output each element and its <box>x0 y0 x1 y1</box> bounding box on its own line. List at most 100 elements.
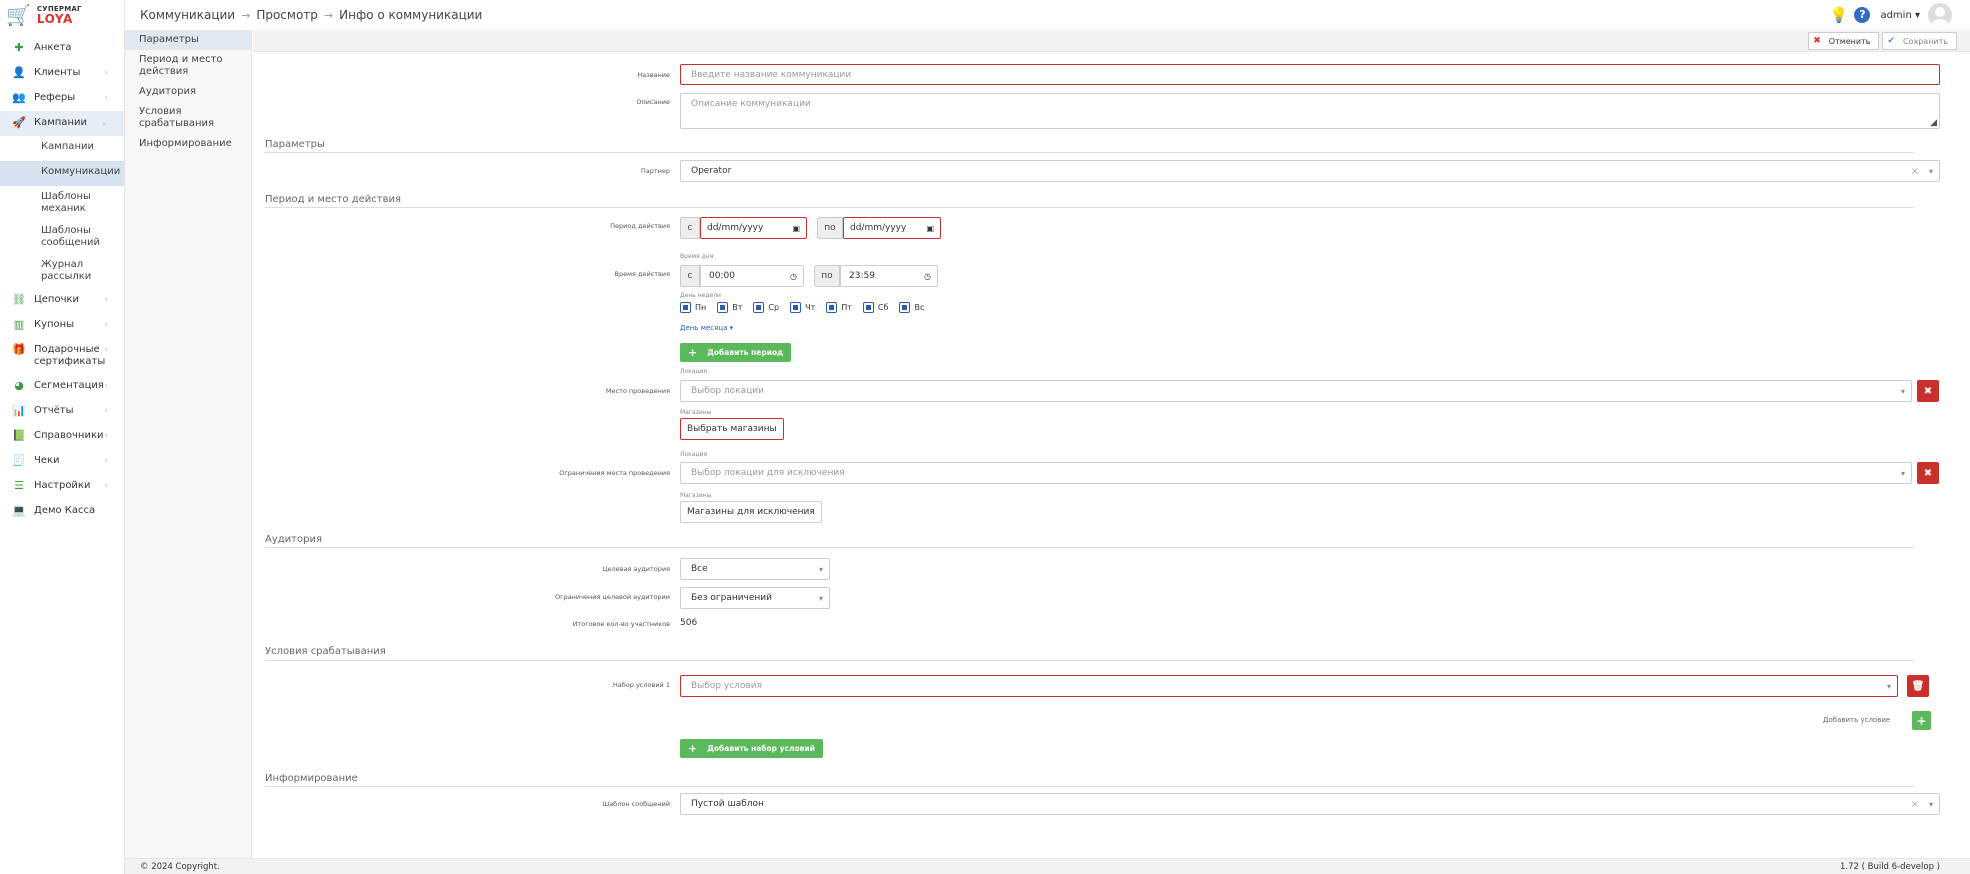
chevron-down-icon: ▾ <box>818 593 823 603</box>
logo[interactable]: 🛒 СУПЕРМАГ LOYA <box>0 0 124 30</box>
delete-condition-set-button[interactable]: 🗑 <box>1907 675 1929 697</box>
section-nav: Параметры Период и место действия Аудито… <box>125 30 252 858</box>
add-period-button[interactable]: + Добавить период <box>680 343 792 362</box>
exclude-shops-button[interactable]: Магазины для исключения <box>680 501 822 523</box>
sidebar-item-demo-cash[interactable]: 💻 Демо Касса <box>0 499 124 524</box>
sidebar-item-coupons[interactable]: ▥ Купоны › <box>0 313 124 338</box>
chain-icon: ⛓ <box>12 293 26 306</box>
sidebar-item-settings[interactable]: ☰ Настройки › <box>0 474 124 499</box>
time-from-addon: с <box>680 265 700 287</box>
sidebar-item-receipts[interactable]: 🧾 Чеки › <box>0 449 124 474</box>
help-icon[interactable]: ? <box>1854 7 1871 23</box>
day-checkbox-thu[interactable]: Чт <box>790 302 815 313</box>
to-addon: по <box>817 217 843 239</box>
breadcrumb-communications[interactable]: Коммуникации <box>140 8 235 22</box>
user-icon: 👤 <box>12 66 26 79</box>
period-from-date[interactable]: dd/mm/yyyy ▣ <box>700 217 807 239</box>
topbar: Коммуникации → Просмотр → Инфо о коммуни… <box>125 0 1970 30</box>
total-participants-label: Итоговое кол-во участников <box>572 620 670 628</box>
sidebar-subitem-campaigns[interactable]: Кампании <box>0 136 124 161</box>
day-checkbox-fri[interactable]: Пт <box>826 302 852 313</box>
sidebar-item-segmentation[interactable]: ◕ Сегментация › <box>0 374 124 399</box>
section-nav-inform[interactable]: Информирование <box>125 134 251 154</box>
calendar-icon[interactable]: ▣ <box>792 224 800 233</box>
sidebar-item-references[interactable]: 📗 Справочники › <box>0 424 124 449</box>
location-select[interactable]: Выбор локации ▾ <box>680 380 1912 402</box>
clear-icon[interactable]: × <box>1911 166 1919 177</box>
target-audience-label: Целевая аудитория <box>602 565 670 573</box>
calendar-icon[interactable]: ▣ <box>926 224 934 233</box>
add-condition-label: Добавить условие <box>1823 716 1891 724</box>
sidebar-item-referers[interactable]: 👥 Реферы › <box>0 86 124 111</box>
section-nav-conditions[interactable]: Условия срабатывания <box>125 102 251 134</box>
sidebar-subitem-mailing-log[interactable]: Журнал рассылки <box>0 254 124 288</box>
chevron-right-icon: › <box>104 345 108 355</box>
plus-icon: ✚ <box>14 41 24 54</box>
shops-small-label: Магазины <box>680 409 712 416</box>
day-checkbox-wed[interactable]: Ср <box>753 302 779 313</box>
chevron-down-icon: ▾ <box>1928 799 1933 809</box>
section-divider <box>265 660 1914 661</box>
section-title-conditions: Условия срабатывания <box>265 646 386 657</box>
section-title-inform: Информирование <box>265 773 358 784</box>
remove-exclude-location-button[interactable]: ✖ <box>1917 462 1939 484</box>
section-nav-params[interactable]: Параметры <box>125 30 251 50</box>
sidebar-item-reports[interactable]: 📊 Отчёты › <box>0 399 124 424</box>
save-button[interactable]: ✔ Сохранить <box>1882 32 1957 50</box>
month-day-link[interactable]: День месяца ▾ <box>680 324 733 332</box>
add-condition-button[interactable]: + <box>1912 711 1931 730</box>
add-condition-set-button[interactable]: + Добавить набор условий <box>680 739 823 758</box>
day-checkbox-mon[interactable]: Пн <box>680 302 706 313</box>
total-participants-value: 506 <box>680 618 698 628</box>
section-nav-audience[interactable]: Аудитория <box>125 82 251 102</box>
section-title-audience: Аудитория <box>265 534 322 545</box>
day-checkbox-sat[interactable]: Сб <box>862 302 888 313</box>
sidebar-item-anketa[interactable]: ✚ Анкета <box>0 36 124 61</box>
sidebar-item-chains[interactable]: ⛓ Цепочки › <box>0 288 124 313</box>
time-from-input[interactable]: 00:00 ◷ <box>700 265 804 287</box>
clock-icon[interactable]: ◷ <box>790 272 797 281</box>
period-label: Период действия <box>610 222 670 230</box>
chevron-down-icon: ▾ <box>1900 386 1905 396</box>
period-to-date[interactable]: dd/mm/yyyy ▣ <box>843 217 941 239</box>
avatar[interactable] <box>1928 3 1952 27</box>
user-menu[interactable]: admin ▾ <box>1880 10 1920 21</box>
sidebar-subitem-communications[interactable]: Коммуникации <box>0 161 124 186</box>
sidebar-item-gift-certificates[interactable]: 🎁 Подарочные сертификаты › <box>0 338 124 374</box>
clock-icon[interactable]: ◷ <box>924 272 931 281</box>
chevron-right-icon: › <box>104 406 108 416</box>
day-checkbox-tue[interactable]: Вт <box>717 302 742 313</box>
resize-handle-icon[interactable]: ◢ <box>1930 118 1937 128</box>
condition-select[interactable]: Выбор условия ▾ <box>680 675 1898 697</box>
sidebar-subitem-mechanic-templates[interactable]: Шаблоны механик <box>0 186 124 220</box>
place-label: Место проведения <box>605 387 670 395</box>
logo-bottom-text: LOYA <box>36 11 73 26</box>
sidebar-item-clients[interactable]: 👤 Клиенты › <box>0 61 124 86</box>
chevron-right-icon: › <box>104 456 108 466</box>
action-bar: ✖ Отменить ✔ Сохранить <box>253 30 1970 52</box>
message-template-select[interactable]: Пустой шаблон × ▾ <box>680 793 1940 815</box>
partner-select[interactable]: Operator × ▾ <box>680 160 1940 182</box>
sidebar-item-campaigns[interactable]: 🚀 Кампании ⌄ <box>0 111 124 136</box>
target-audience-select[interactable]: Все ▾ <box>680 558 830 580</box>
breadcrumb-view[interactable]: Просмотр <box>256 8 318 22</box>
name-input[interactable]: Введите название коммуникации <box>680 64 1940 85</box>
sidebar-subitem-message-templates[interactable]: Шаблоны сообщений <box>0 220 124 254</box>
clear-icon[interactable]: × <box>1911 799 1919 810</box>
place-restriction-label: Ограничения места проведения <box>559 469 670 477</box>
sidebar: 🛒 СУПЕРМАГ LOYA ✚ Анкета 👤 Клиенты › 👥 Р… <box>0 0 125 874</box>
name-label: Название <box>637 71 670 79</box>
day-checkbox-sun[interactable]: Вс <box>899 302 924 313</box>
section-nav-period[interactable]: Период и место действия <box>125 50 251 82</box>
exclude-location-select[interactable]: Выбор локации для исключения ▾ <box>680 462 1912 484</box>
chevron-right-icon: › <box>104 68 108 78</box>
audience-restriction-select[interactable]: Без ограничений ▾ <box>680 587 830 609</box>
remove-location-button[interactable]: ✖ <box>1917 380 1939 402</box>
check-icon: ✔ <box>1887 36 1895 46</box>
description-textarea[interactable]: Описание коммуникации ◢ <box>680 93 1940 129</box>
time-to-input[interactable]: 23:59 ◷ <box>840 265 938 287</box>
cancel-button[interactable]: ✖ Отменить <box>1808 32 1880 50</box>
section-divider <box>265 547 1914 548</box>
choose-shops-button[interactable]: Выбрать магазины <box>680 418 784 440</box>
lightbulb-icon[interactable]: 💡 <box>1830 6 1849 24</box>
